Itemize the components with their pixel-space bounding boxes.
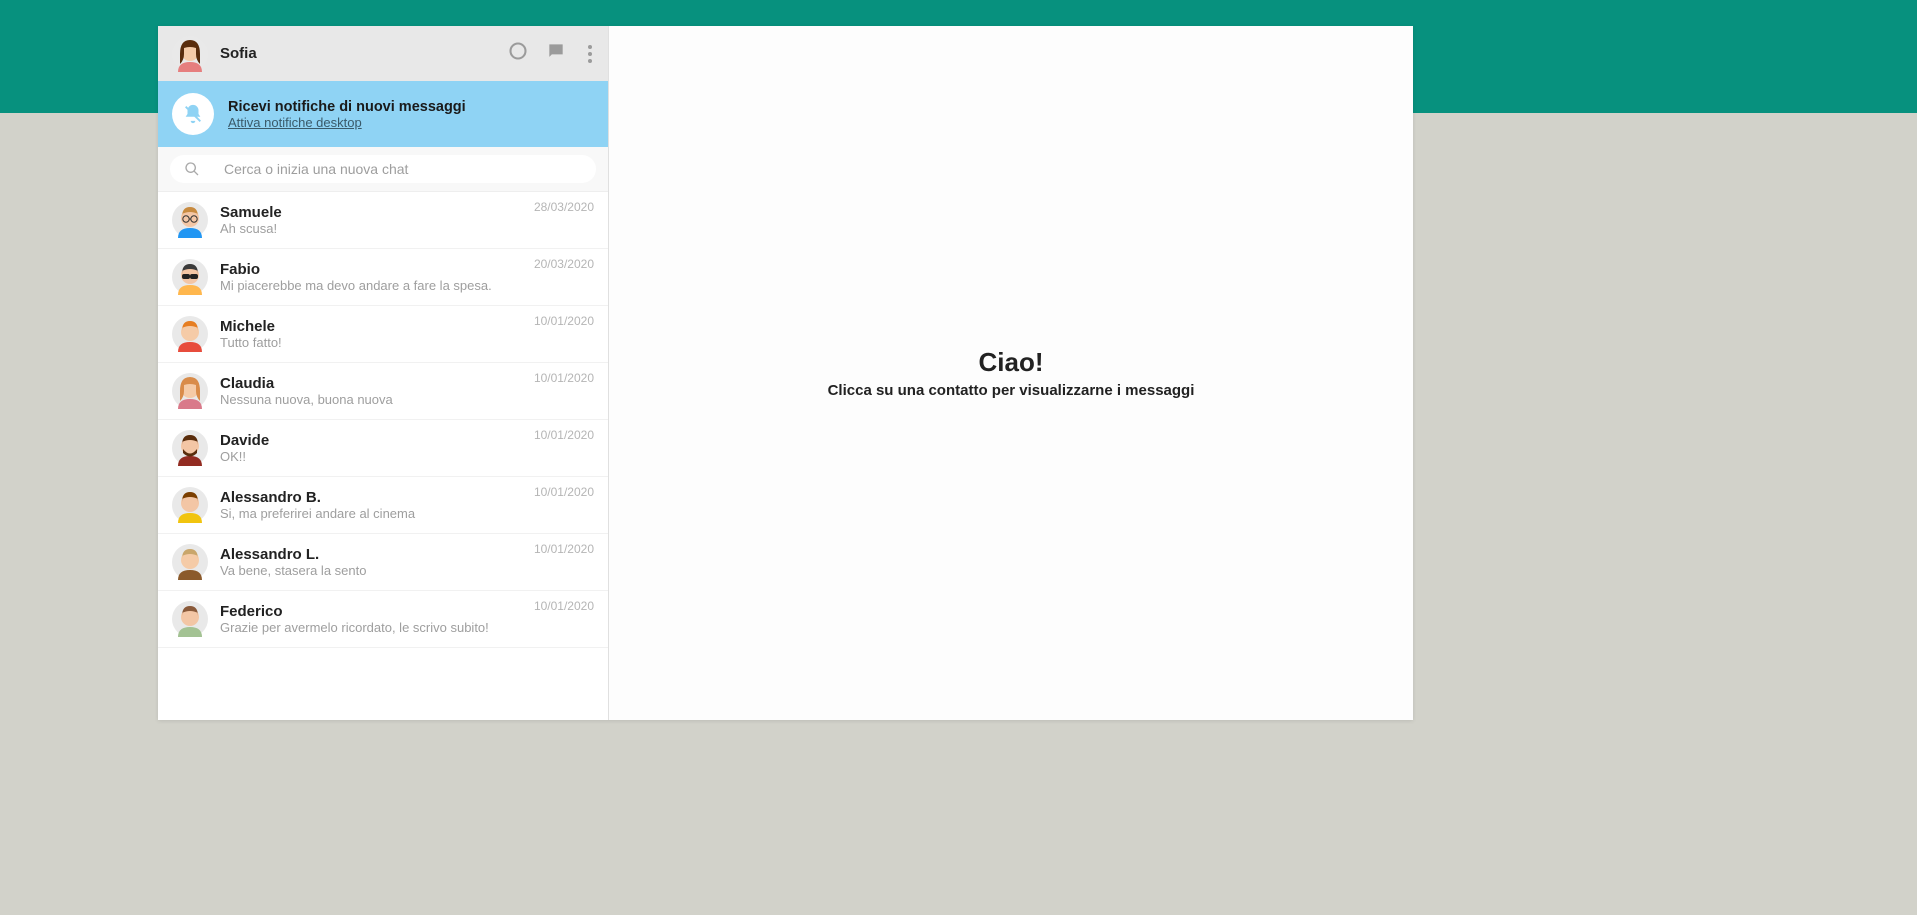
message-date: 10/01/2020 [534, 428, 594, 442]
notification-banner[interactable]: Ricevi notifiche di nuovi messaggi Attiv… [158, 81, 608, 147]
message-date: 10/01/2020 [534, 599, 594, 613]
contact-avatar [172, 373, 208, 409]
contact-avatar [172, 430, 208, 466]
sidebar-header: Sofia [158, 26, 608, 81]
bell-off-icon [172, 93, 214, 135]
notification-texts: Ricevi notifiche di nuovi messaggi Attiv… [228, 99, 466, 130]
chat-item[interactable]: Alessandro L. Va bene, stasera la sento … [158, 534, 608, 591]
chat-item[interactable]: Michele Tutto fatto! 10/01/2020 [158, 306, 608, 363]
search-input[interactable] [224, 161, 582, 177]
chat-item[interactable]: Claudia Nessuna nuova, buona nuova 10/01… [158, 363, 608, 420]
message-preview: Ah scusa! [220, 221, 594, 236]
self-avatar[interactable] [172, 36, 208, 72]
notification-title: Ricevi notifiche di nuovi messaggi [228, 99, 466, 115]
chat-item[interactable]: Samuele Ah scusa! 28/03/2020 [158, 192, 608, 249]
message-date: 28/03/2020 [534, 200, 594, 214]
message-preview: Mi piacerebbe ma devo andare a fare la s… [220, 278, 594, 293]
chat-list[interactable]: Samuele Ah scusa! 28/03/2020 Fabio Mi pi… [158, 192, 608, 720]
message-preview: Va bene, stasera la sento [220, 563, 594, 578]
contact-avatar [172, 487, 208, 523]
contact-avatar [172, 544, 208, 580]
chat-item[interactable]: Alessandro B. Si, ma preferirei andare a… [158, 477, 608, 534]
contact-avatar [172, 316, 208, 352]
chat-item[interactable]: Davide OK!! 10/01/2020 [158, 420, 608, 477]
contact-avatar [172, 601, 208, 637]
search-icon [184, 161, 200, 177]
message-date: 10/01/2020 [534, 485, 594, 499]
chat-item[interactable]: Fabio Mi piacerebbe ma devo andare a far… [158, 249, 608, 306]
new-chat-icon[interactable] [546, 41, 566, 66]
header-icons [508, 41, 594, 66]
message-preview: Tutto fatto! [220, 335, 594, 350]
message-preview: OK!! [220, 449, 594, 464]
message-preview: Grazie per avermelo ricordato, le scrivo… [220, 620, 594, 635]
message-preview: Nessuna nuova, buona nuova [220, 392, 594, 407]
welcome-title: Ciao! [979, 347, 1044, 378]
self-username: Sofia [220, 45, 496, 62]
search-bar [158, 147, 608, 192]
chat-item[interactable]: Federico Grazie per avermelo ricordato, … [158, 591, 608, 648]
notification-link[interactable]: Attiva notifiche desktop [228, 115, 466, 130]
status-icon[interactable] [508, 41, 528, 66]
contact-avatar [172, 202, 208, 238]
message-date: 20/03/2020 [534, 257, 594, 271]
main-panel: Ciao! Clicca su una contatto per visuali… [609, 26, 1413, 720]
menu-icon[interactable] [588, 45, 592, 63]
message-date: 10/01/2020 [534, 314, 594, 328]
chat-app-window: Sofia Ricevi notifiche di nuovi messaggi… [158, 26, 1413, 720]
contact-avatar [172, 259, 208, 295]
sidebar: Sofia Ricevi notifiche di nuovi messaggi… [158, 26, 609, 720]
message-preview: Si, ma preferirei andare al cinema [220, 506, 594, 521]
welcome-subtitle: Clicca su una contatto per visualizzarne… [828, 382, 1195, 399]
message-date: 10/01/2020 [534, 542, 594, 556]
search-wrap [170, 155, 596, 183]
message-date: 10/01/2020 [534, 371, 594, 385]
